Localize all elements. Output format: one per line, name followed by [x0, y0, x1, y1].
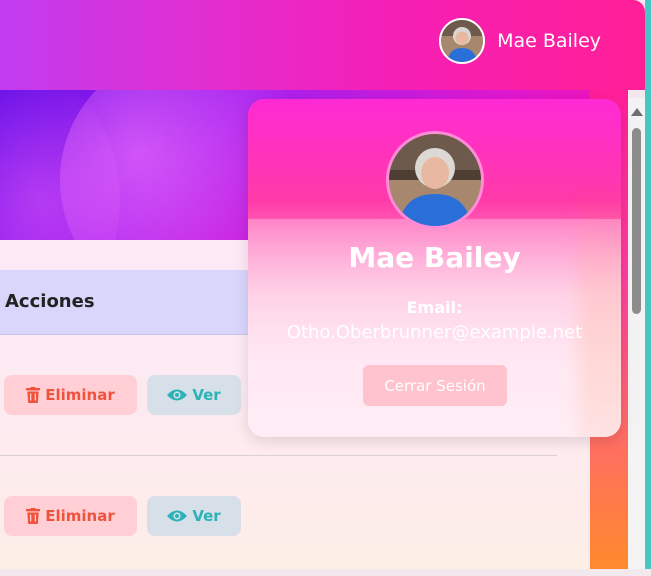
delete-button-label: Eliminar: [45, 386, 115, 404]
header-user-name[interactable]: Mae Bailey: [497, 30, 601, 52]
user-menu-toggle[interactable]: Mae Bailey: [439, 18, 601, 64]
view-button-label: Ver: [192, 507, 221, 525]
view-button[interactable]: Ver: [147, 375, 241, 415]
delete-button[interactable]: Eliminar: [4, 375, 137, 415]
scroll-up-arrow-icon[interactable]: [631, 108, 643, 116]
user-avatar[interactable]: [439, 18, 486, 64]
view-button[interactable]: Ver: [147, 496, 241, 536]
email-value: Otho.Oberbrunner@example.net: [286, 322, 583, 343]
profile-name: Mae Bailey: [348, 241, 521, 274]
eye-icon: [167, 510, 188, 522]
logout-button[interactable]: Cerrar Sesión: [363, 365, 507, 406]
profile-dropdown: Mae Bailey Email: Otho.Oberbrunner@examp…: [248, 99, 621, 437]
delete-button-label: Eliminar: [45, 507, 115, 525]
delete-button[interactable]: Eliminar: [4, 496, 137, 536]
top-header: Mae Bailey: [0, 0, 645, 90]
profile-avatar: [386, 131, 484, 229]
trash-icon: [26, 508, 41, 524]
scroll-thumb[interactable]: [632, 128, 641, 314]
window-edge: [645, 0, 651, 569]
column-header-actions: Acciones: [5, 291, 95, 312]
view-button-label: Ver: [192, 386, 221, 404]
email-label: Email:: [406, 298, 463, 317]
trash-icon: [26, 387, 41, 403]
table-row: Eliminar Ver: [0, 455, 588, 576]
vertical-scrollbar[interactable]: [628, 98, 645, 569]
eye-icon: [167, 389, 188, 401]
